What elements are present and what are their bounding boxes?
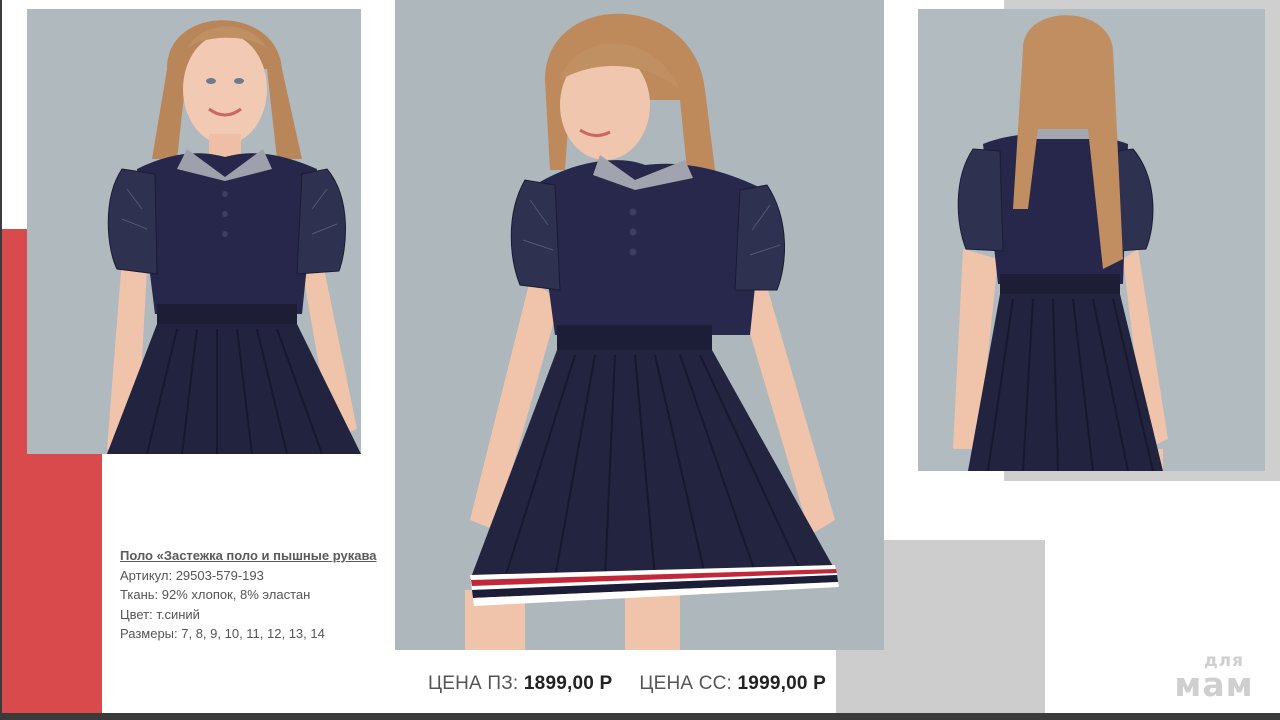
photo-back — [918, 9, 1265, 471]
product-sizes: Размеры: 7, 8, 9, 10, 11, 12, 13, 14 — [120, 626, 325, 641]
price-ss-value: 1999,00 Р — [737, 673, 826, 694]
price-ss-label: ЦЕНА СС: — [639, 673, 733, 694]
price-pz-value: 1899,00 Р — [523, 673, 613, 694]
product-fabric: Ткань: 92% хлопок, 8% эластан — [120, 587, 311, 602]
product-title: Поло «Застежка поло и пышные рукава — [120, 548, 377, 563]
bottom-edge-bar — [0, 713, 1280, 720]
photo-side — [395, 0, 884, 650]
logo-bottom-text: мам — [1174, 665, 1254, 704]
catalog-page: Поло «Застежка поло и пышные рукава Арти… — [0, 0, 1280, 720]
price-pz-label: ЦЕНА ПЗ: — [428, 673, 519, 694]
price-line: ЦЕНА ПЗ: 1899,00 Р ЦЕНА СС: 1999,00 Р — [428, 673, 826, 695]
left-edge-bar — [0, 0, 2, 720]
watermark-logo: для мам — [1166, 652, 1262, 704]
photo-front — [27, 9, 361, 454]
product-info: Поло «Застежка поло и пышные рукава Арти… — [120, 546, 395, 644]
product-color: Цвет: т.синий — [120, 606, 200, 622]
product-article: Артикул: 29503-579-193 — [120, 567, 264, 583]
